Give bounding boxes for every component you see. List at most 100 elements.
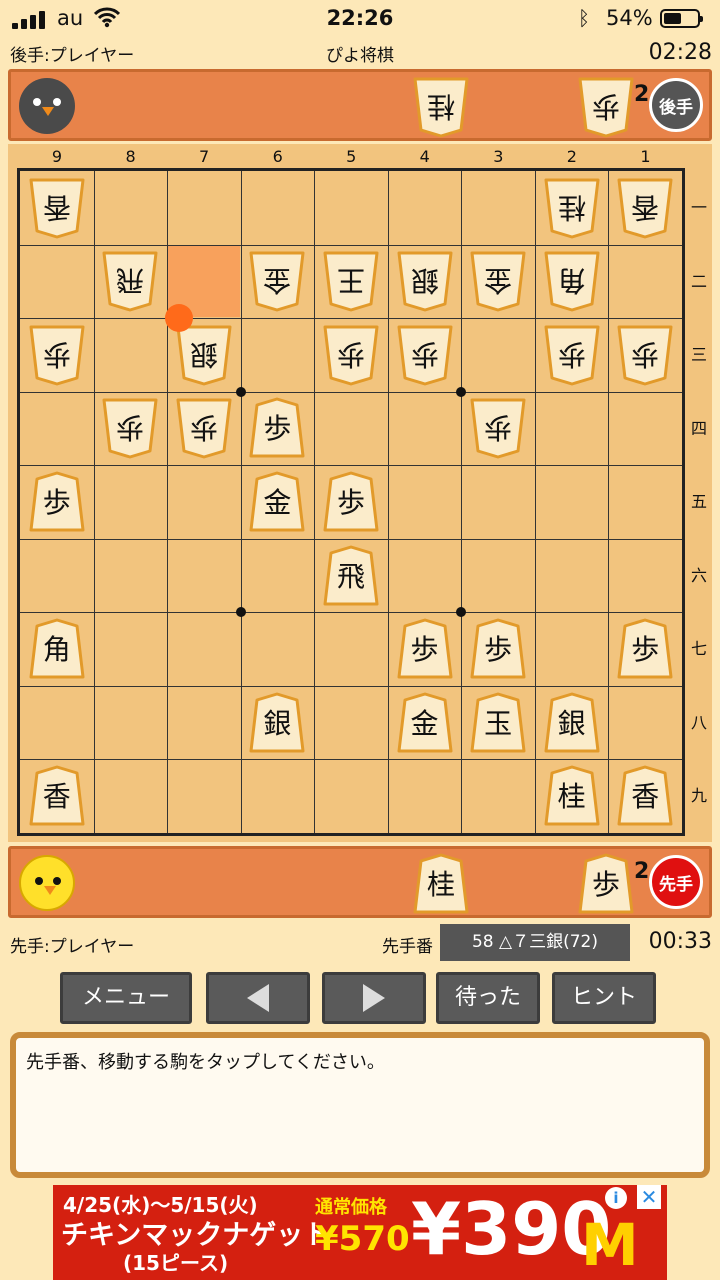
grid-line [387, 171, 389, 833]
board-piece-gote[interactable]: 金 [247, 249, 307, 313]
board-piece-sente[interactable]: 桂 [542, 764, 602, 828]
piece-label: 歩 [42, 486, 71, 519]
rank-label: 八 [690, 712, 707, 732]
board-piece-gote[interactable]: 歩 [100, 396, 160, 460]
board-piece-gote[interactable]: 飛 [100, 249, 160, 313]
hand-piece-gote[interactable]: 歩 [576, 75, 636, 139]
shogi-board: 987654321 一二三四五六七八九 香桂香飛金王銀金角歩銀歩歩歩歩歩歩歩歩歩… [8, 144, 712, 842]
star-point [456, 607, 467, 618]
piece-label: 角 [42, 633, 71, 667]
piece-label: 銀 [189, 337, 218, 371]
grid-line [314, 171, 316, 833]
piece-label: 歩 [591, 868, 620, 901]
gote-avatar [19, 78, 75, 134]
board-piece-gote[interactable]: 歩 [321, 323, 381, 387]
board-piece-sente[interactable]: 歩 [321, 470, 381, 534]
rank-label: 六 [690, 565, 707, 585]
hand-count: 2 [634, 82, 650, 107]
file-label: 6 [272, 147, 283, 166]
grid-line [240, 171, 242, 833]
grid-line [20, 759, 682, 761]
battery-icon [660, 9, 703, 28]
grid-line [20, 612, 682, 614]
board-piece-sente[interactable]: 飛 [321, 544, 381, 608]
board-piece-gote[interactable]: 歩 [615, 323, 675, 387]
board-piece-gote[interactable]: 角 [542, 249, 602, 313]
board-piece-sente[interactable]: 香 [615, 764, 675, 828]
ad-close-icon[interactable]: ✕ [637, 1185, 661, 1209]
file-label: 9 [51, 147, 63, 166]
board-piece-gote[interactable]: 歩 [542, 323, 602, 387]
piece-label: 桂 [557, 190, 586, 224]
sente-hand: 先手 桂 歩2 [8, 846, 712, 918]
menu-button[interactable]: メニュー [60, 972, 192, 1024]
board-piece-gote[interactable]: 歩 [395, 323, 455, 387]
grid-line [20, 318, 682, 320]
board-piece-sente[interactable]: 歩 [247, 396, 307, 460]
board-piece-sente[interactable]: 金 [395, 691, 455, 755]
board-piece-gote[interactable]: 歩 [174, 396, 234, 460]
gote-badge: 後手 [649, 78, 703, 132]
board-piece-gote[interactable]: 歩 [468, 396, 528, 460]
piece-label: 歩 [410, 337, 439, 371]
star-point [235, 607, 246, 618]
piece-label: 歩 [189, 411, 218, 445]
board-piece-sente[interactable]: 歩 [615, 617, 675, 681]
file-label: 7 [199, 147, 210, 166]
hint-button[interactable]: ヒント [552, 972, 656, 1024]
board-piece-sente[interactable]: 角 [27, 617, 87, 681]
piece-label: 歩 [592, 90, 621, 123]
board-piece-gote[interactable]: 歩 [27, 323, 87, 387]
undo-button[interactable]: 待った [436, 972, 540, 1024]
piece-label: 香 [631, 190, 660, 224]
bluetooth-icon: ᛒ [578, 6, 590, 30]
piece-label: 香 [42, 780, 71, 814]
hand-piece-sente[interactable]: 桂 [411, 852, 471, 916]
board-piece-sente[interactable]: 銀 [542, 691, 602, 755]
sente-badge: 先手 [649, 855, 703, 909]
board-piece-sente[interactable]: 金 [247, 470, 307, 534]
board-piece-gote[interactable]: 王 [321, 249, 381, 313]
board-piece-gote[interactable]: 香 [27, 176, 87, 240]
board-piece-gote[interactable]: 桂 [542, 176, 602, 240]
board-piece-sente[interactable]: 銀 [247, 691, 307, 755]
piece-label: 桂 [426, 868, 455, 901]
file-label: 2 [566, 147, 577, 166]
last-move-display: 58 △７三銀(72) [440, 924, 630, 961]
rank-label: 七 [690, 639, 707, 659]
piece-label: 歩 [557, 337, 586, 371]
board-piece-gote[interactable]: 香 [615, 176, 675, 240]
piece-label: 桂 [557, 780, 586, 814]
hand-piece-sente[interactable]: 歩 [576, 852, 636, 916]
board-piece-sente[interactable]: 歩 [27, 470, 87, 534]
ad-count: (15ピース) [123, 1251, 229, 1275]
piece-label: 歩 [42, 337, 71, 371]
star-point [456, 386, 467, 397]
prev-arrow-icon [247, 984, 269, 1012]
board-piece-sente[interactable]: 歩 [395, 617, 455, 681]
rank-label: 九 [690, 786, 707, 806]
next-button[interactable] [322, 972, 426, 1024]
piece-label: 桂 [427, 90, 456, 123]
board-piece-sente[interactable]: 香 [27, 764, 87, 828]
piece-label: 香 [631, 780, 660, 814]
rank-label: 五 [690, 492, 707, 512]
piece-label: 歩 [336, 486, 365, 519]
message-box: 先手番、移動する駒をタップしてください。 [10, 1032, 710, 1178]
board-piece-gote[interactable]: 銀 [174, 323, 234, 387]
piece-label: 金 [263, 264, 292, 298]
piece-label: 歩 [631, 337, 660, 371]
board-piece-gote[interactable]: 銀 [395, 249, 455, 313]
grid-line [608, 171, 610, 833]
prev-button[interactable] [206, 972, 310, 1024]
board-piece-sente[interactable]: 玉 [468, 691, 528, 755]
piece-label: 歩 [116, 411, 145, 445]
ad-info-icon[interactable]: i [605, 1187, 627, 1209]
piece-label: 歩 [631, 633, 660, 667]
ad-banner[interactable]: 4/25(水)～5/15(火) チキンマックナゲット (15ピース) 通常価格 … [53, 1185, 667, 1280]
hand-piece-gote[interactable]: 桂 [411, 75, 471, 139]
file-label: 1 [640, 147, 651, 166]
board-piece-gote[interactable]: 金 [468, 249, 528, 313]
rank-label: 三 [690, 345, 707, 365]
board-piece-sente[interactable]: 歩 [468, 617, 528, 681]
